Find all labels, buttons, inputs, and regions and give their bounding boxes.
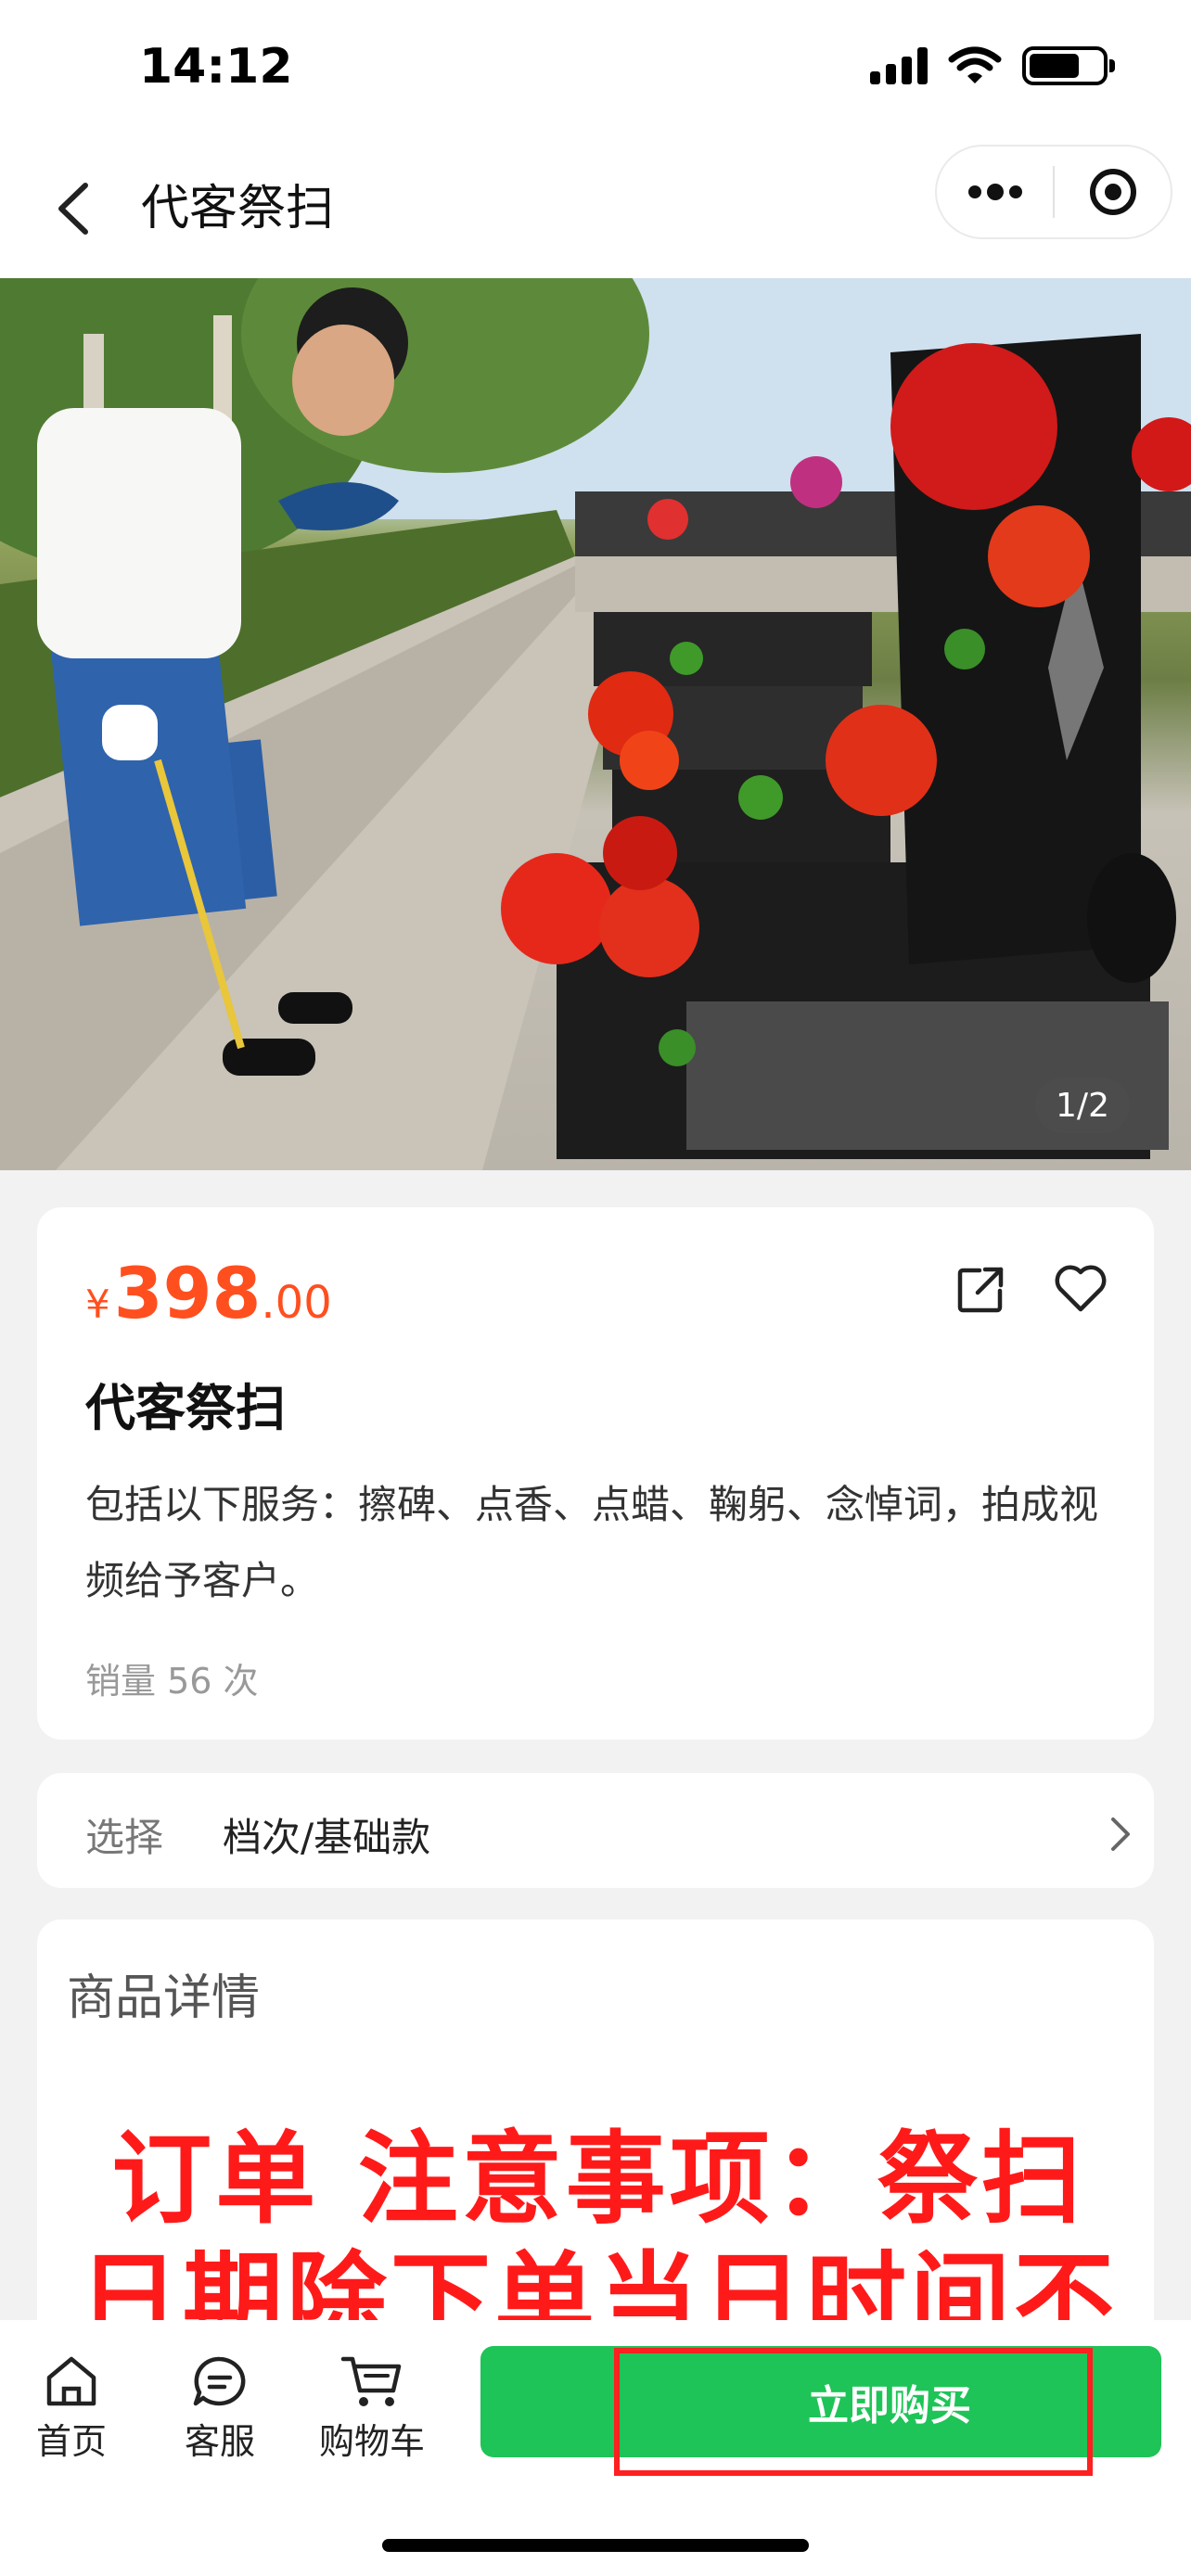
buy-now-label: 立即购买 xyxy=(808,2382,971,2429)
tab-cart-label: 购物车 xyxy=(318,2421,425,2462)
chevron-right-icon xyxy=(1111,1817,1130,1851)
product-description: 包括以下服务：擦碑、点香、点蜡、鞠躬、念悼词，拍成视频给予客户。 xyxy=(85,1482,1099,1603)
mini-program-capsule xyxy=(935,145,1172,239)
status-time: 14:12 xyxy=(139,39,293,95)
back-arrow-icon[interactable] xyxy=(46,176,102,241)
status-bar: 14:12 xyxy=(0,0,1191,139)
product-name: 代客祭扫 xyxy=(85,1379,286,1437)
nav-bar: 代客祭扫 xyxy=(0,139,1191,278)
spec-selector[interactable]: 选择 档次/基础款 xyxy=(37,1773,1154,1888)
status-icons xyxy=(870,46,1115,85)
tab-customer-service-label: 客服 xyxy=(184,2421,255,2462)
share-icon[interactable] xyxy=(955,1265,1005,1315)
gallery-page-indicator: 1/2 xyxy=(1035,1078,1130,1133)
wifi-icon xyxy=(948,46,1002,83)
more-dots-icon xyxy=(967,184,1022,200)
tab-home[interactable]: 首页 xyxy=(2,2353,141,2464)
price: ¥ 398 .00 xyxy=(85,1252,332,1334)
tab-customer-service[interactable]: 客服 xyxy=(150,2353,289,2464)
currency-symbol: ¥ xyxy=(85,1282,110,1327)
page-title: 代客祭扫 xyxy=(141,181,335,236)
spec-value: 档次/基础款 xyxy=(223,1815,431,1860)
product-image-carousel[interactable]: 1/2 xyxy=(0,278,1191,1170)
bottom-action-bar: 首页 客服 购物车 立即购买 xyxy=(0,2320,1191,2576)
battery-icon xyxy=(1022,46,1115,85)
heart-icon[interactable] xyxy=(1054,1263,1108,1313)
cart-icon xyxy=(340,2356,402,2406)
price-integer: 398 xyxy=(113,1252,262,1334)
chat-icon xyxy=(193,2356,246,2406)
sales-count: 销量 56 次 xyxy=(85,1661,259,1702)
close-mini-program-button[interactable] xyxy=(1055,147,1171,237)
more-options-button[interactable] xyxy=(937,147,1053,237)
product-photo xyxy=(0,278,1191,1170)
buy-now-button[interactable]: 立即购买 xyxy=(480,2346,1161,2457)
details-title: 商品详情 xyxy=(67,1970,261,2026)
tab-home-label: 首页 xyxy=(35,2421,107,2462)
price-decimal: .00 xyxy=(261,1277,332,1329)
notice-line-1: 订单 注意事项：祭扫 xyxy=(111,2122,1085,2238)
target-circle-icon xyxy=(1089,169,1136,215)
home-icon xyxy=(46,2356,96,2406)
product-info-card: ¥ 398 .00 代客祭扫 包括以下服务：擦碑、点香、点蜡、鞠躬、念悼词，拍成… xyxy=(37,1207,1154,1740)
tab-cart[interactable]: 购物车 xyxy=(302,2353,442,2464)
home-indicator xyxy=(382,2539,809,2552)
cellular-signal-icon xyxy=(870,47,928,84)
spec-label: 选择 xyxy=(85,1815,164,1860)
